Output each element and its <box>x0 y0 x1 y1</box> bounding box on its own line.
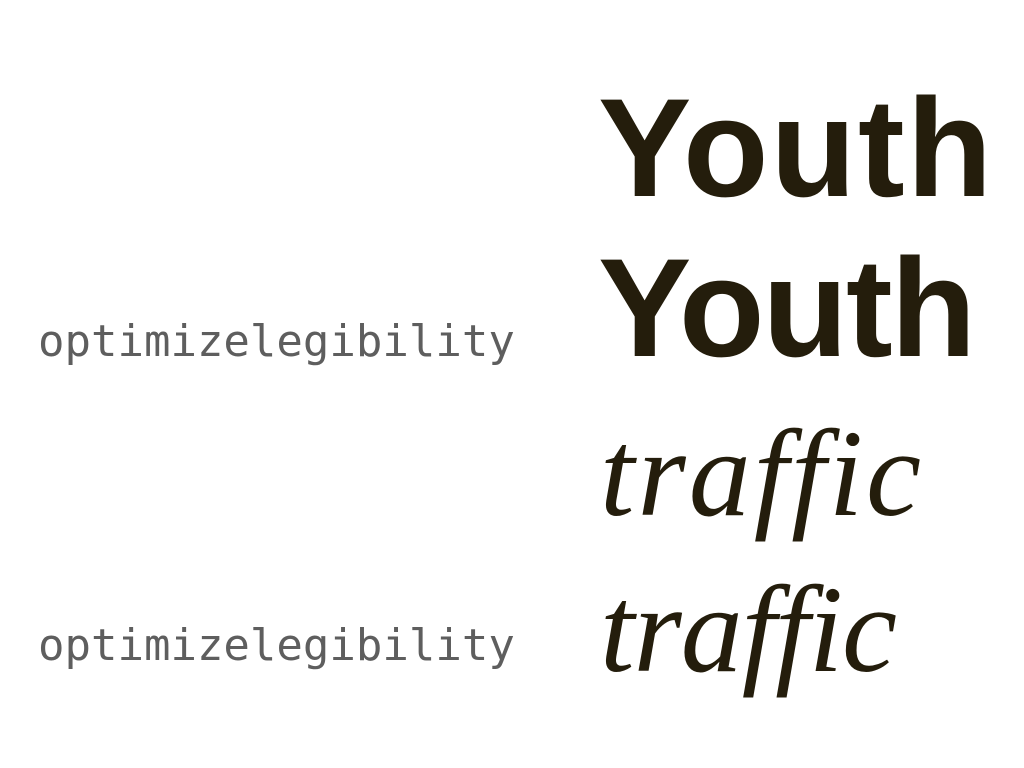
sans-sample-default: Youth <box>598 69 995 226</box>
sans-sample-optimized: Youth <box>598 229 976 386</box>
label-optimizelegibility-bottom: optimizelegibility <box>38 620 515 671</box>
serif-sample-default: traffic <box>600 405 925 542</box>
serif-sample-optimized: traffic <box>600 561 897 698</box>
slide: Youth Youth optimizelegibility traffic t… <box>0 0 1024 768</box>
label-optimizelegibility-top: optimizelegibility <box>38 316 515 367</box>
